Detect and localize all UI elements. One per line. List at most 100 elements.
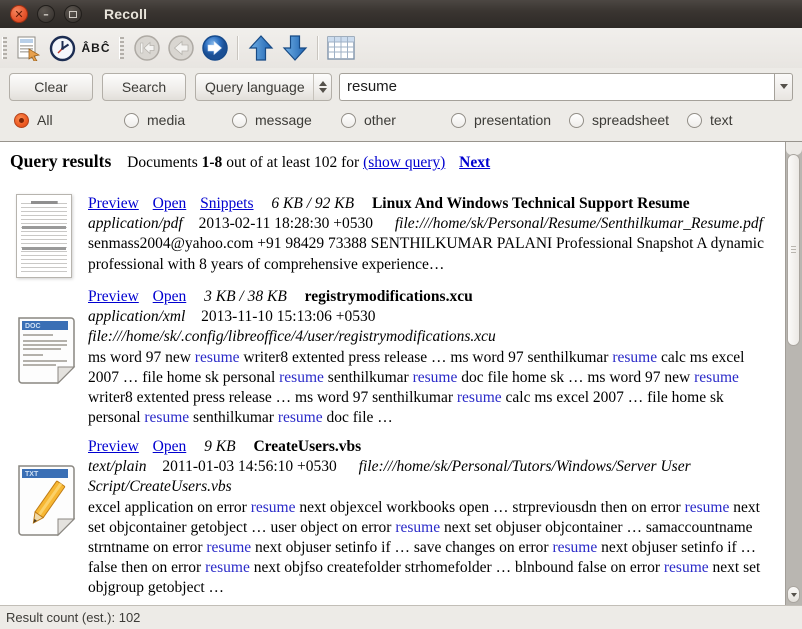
minimize-button[interactable]: – bbox=[37, 5, 55, 23]
result-mime: text/plain bbox=[88, 458, 147, 475]
result-thumbnail-doc[interactable]: DOC bbox=[12, 315, 80, 389]
sort-by-date-button[interactable] bbox=[45, 32, 79, 64]
results-summary: Documents 1-8 out of at least 102 for bbox=[127, 154, 359, 171]
result-snippet: ms word 97 new resume writer8 extented p… bbox=[88, 348, 775, 429]
toolbar: ÂBĈ bbox=[0, 28, 802, 68]
search-input[interactable] bbox=[339, 73, 774, 101]
previous-page-icon bbox=[167, 34, 195, 62]
preview-link[interactable]: Preview bbox=[88, 288, 139, 305]
result-abstract: senmass2004@yahoo.com +91 98429 73388 SE… bbox=[88, 234, 775, 274]
down-arrow-icon bbox=[282, 34, 308, 62]
result-date: 2011-01-03 14:56:10 +0530 bbox=[162, 458, 336, 475]
results-scrollbar[interactable] bbox=[785, 142, 802, 605]
maximize-button[interactable] bbox=[64, 5, 82, 23]
search-mode-select[interactable]: Query language bbox=[195, 73, 332, 101]
first-page-button[interactable] bbox=[130, 32, 164, 64]
result-item: TXT Preview Open 9 KB CreateUsers.vbs bbox=[10, 437, 775, 598]
result-snippet: excel application on error resume next o… bbox=[88, 498, 775, 599]
close-icon: ✕ bbox=[14, 8, 23, 21]
result-mime: application/pdf bbox=[88, 215, 183, 232]
result-item: DOC Preview Open 3 KB / 38 KB registrymo… bbox=[10, 287, 775, 428]
search-controls: Clear Search Query language bbox=[0, 71, 802, 102]
radio-icon bbox=[14, 113, 29, 128]
radio-icon bbox=[341, 113, 356, 128]
result-title: registrymodifications.xcu bbox=[305, 288, 473, 305]
toolbar-separator bbox=[317, 36, 319, 60]
preview-link[interactable]: Preview bbox=[88, 438, 139, 455]
results-pane: Query results Documents 1-8 out of at le… bbox=[0, 141, 802, 605]
scrollbar-grip-icon bbox=[791, 246, 796, 254]
scrollbar-down-button[interactable] bbox=[787, 586, 800, 603]
scroll-down-button[interactable] bbox=[278, 32, 312, 64]
result-url: file:///home/sk/.config/libreoffice/4/us… bbox=[88, 328, 496, 345]
show-query-link[interactable]: (show query) bbox=[363, 154, 445, 171]
filter-message[interactable]: message bbox=[232, 112, 312, 128]
minimize-icon: – bbox=[43, 8, 49, 21]
filter-spreadsheet[interactable]: spreadsheet bbox=[569, 112, 669, 128]
advanced-search-button[interactable] bbox=[11, 32, 45, 64]
filter-other[interactable]: other bbox=[341, 112, 396, 128]
scrollbar-thumb[interactable] bbox=[787, 154, 800, 346]
toolbar-drag-handle[interactable] bbox=[2, 37, 7, 59]
result-size: 3 KB / 38 KB bbox=[204, 288, 287, 305]
result-table-icon bbox=[327, 36, 355, 60]
result-title: CreateUsers.vbs bbox=[253, 438, 361, 455]
term-explorer-button[interactable]: ÂBĈ bbox=[79, 32, 113, 64]
open-link[interactable]: Open bbox=[153, 438, 187, 455]
clear-button[interactable]: Clear bbox=[9, 73, 93, 101]
result-item: Preview Open Snippets 6 KB / 92 KB Linux… bbox=[10, 194, 775, 278]
open-link[interactable]: Open bbox=[153, 288, 187, 305]
preview-link[interactable]: Preview bbox=[88, 195, 139, 212]
next-page-link[interactable]: Next bbox=[459, 154, 490, 171]
radio-icon bbox=[451, 113, 466, 128]
results-header: Query results Documents 1-8 out of at le… bbox=[10, 150, 775, 173]
window-title: Recoll bbox=[104, 6, 147, 22]
result-thumbnail-pdf[interactable] bbox=[16, 194, 72, 278]
search-mode-label: Query language bbox=[196, 79, 313, 95]
radio-icon bbox=[569, 113, 584, 128]
category-filters: All media message other presentation spr… bbox=[0, 103, 802, 140]
scroll-up-button[interactable] bbox=[244, 32, 278, 64]
radio-icon bbox=[124, 113, 139, 128]
result-size: 9 KB bbox=[204, 438, 235, 455]
clock-icon bbox=[49, 35, 76, 62]
result-url: file:///home/sk/Personal/Resume/Senthilk… bbox=[395, 215, 763, 232]
result-title: Linux And Windows Technical Support Resu… bbox=[372, 195, 690, 212]
result-date: 2013-11-10 15:13:06 +0530 bbox=[201, 308, 375, 325]
spinner-arrows-icon bbox=[313, 74, 331, 100]
scroll-down-icon bbox=[791, 593, 797, 597]
search-history-dropdown[interactable] bbox=[774, 73, 793, 101]
title-bar: ✕ – Recoll bbox=[0, 0, 802, 29]
snippets-link[interactable]: Snippets bbox=[200, 195, 253, 212]
toolbar-separator bbox=[237, 36, 239, 60]
filter-media[interactable]: media bbox=[124, 112, 185, 128]
toolbar-separator-handle bbox=[119, 37, 124, 59]
advanced-search-icon bbox=[15, 35, 41, 61]
result-table-button[interactable] bbox=[324, 32, 358, 64]
next-page-button[interactable] bbox=[198, 32, 232, 64]
radio-icon bbox=[687, 113, 702, 128]
svg-text:TXT: TXT bbox=[25, 471, 39, 478]
result-thumbnail-txt[interactable]: TXT bbox=[12, 463, 80, 541]
filter-text[interactable]: text bbox=[687, 112, 733, 128]
results-title: Query results bbox=[10, 151, 111, 171]
result-date: 2013-02-11 18:28:30 +0530 bbox=[199, 215, 373, 232]
result-size: 6 KB / 92 KB bbox=[271, 195, 354, 212]
result-mime: application/xml bbox=[88, 308, 185, 325]
maximize-icon bbox=[69, 11, 77, 18]
first-page-icon bbox=[133, 34, 161, 62]
filter-all[interactable]: All bbox=[14, 112, 53, 128]
radio-icon bbox=[232, 113, 247, 128]
filter-presentation[interactable]: presentation bbox=[451, 112, 551, 128]
result-count: Result count (est.): 102 bbox=[6, 610, 140, 625]
search-button[interactable]: Search bbox=[102, 73, 186, 101]
status-bar: Result count (est.): 102 bbox=[0, 605, 802, 629]
chevron-down-icon bbox=[780, 84, 788, 89]
term-explorer-icon: ÂBĈ bbox=[82, 41, 111, 55]
svg-text:DOC: DOC bbox=[25, 323, 41, 330]
close-button[interactable]: ✕ bbox=[10, 5, 28, 23]
open-link[interactable]: Open bbox=[153, 195, 187, 212]
next-page-icon bbox=[201, 34, 229, 62]
previous-page-button[interactable] bbox=[164, 32, 198, 64]
up-arrow-icon bbox=[248, 34, 274, 62]
